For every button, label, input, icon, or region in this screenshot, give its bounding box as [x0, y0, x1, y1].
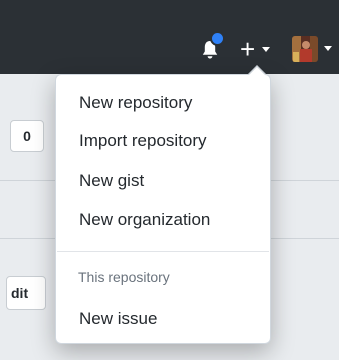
menu-item-new-issue[interactable]: New issue	[57, 302, 269, 336]
user-avatar-image	[292, 36, 318, 62]
menu-section-header: This repository	[78, 269, 170, 285]
create-dropdown-menu: New repository Import repository New gis…	[55, 74, 271, 344]
chevron-down-icon	[324, 46, 332, 51]
chevron-down-icon	[262, 47, 270, 52]
plus-icon: +	[240, 34, 256, 64]
menu-item-new-gist[interactable]: New gist	[57, 164, 269, 198]
counter-box[interactable]: 0	[10, 120, 44, 152]
unread-indicator	[210, 31, 225, 46]
menu-divider	[57, 251, 269, 252]
global-header	[0, 0, 339, 74]
menu-item-new-repository[interactable]: New repository	[57, 86, 269, 120]
dropdown-pointer-fill	[249, 67, 265, 75]
edit-button[interactable]: dit	[6, 276, 46, 310]
menu-item-new-organization[interactable]: New organization	[57, 203, 269, 237]
menu-item-import-repository[interactable]: Import repository	[57, 124, 269, 158]
avatar	[292, 36, 318, 62]
user-menu-button[interactable]	[292, 36, 339, 64]
create-new-button[interactable]: +	[236, 36, 276, 62]
